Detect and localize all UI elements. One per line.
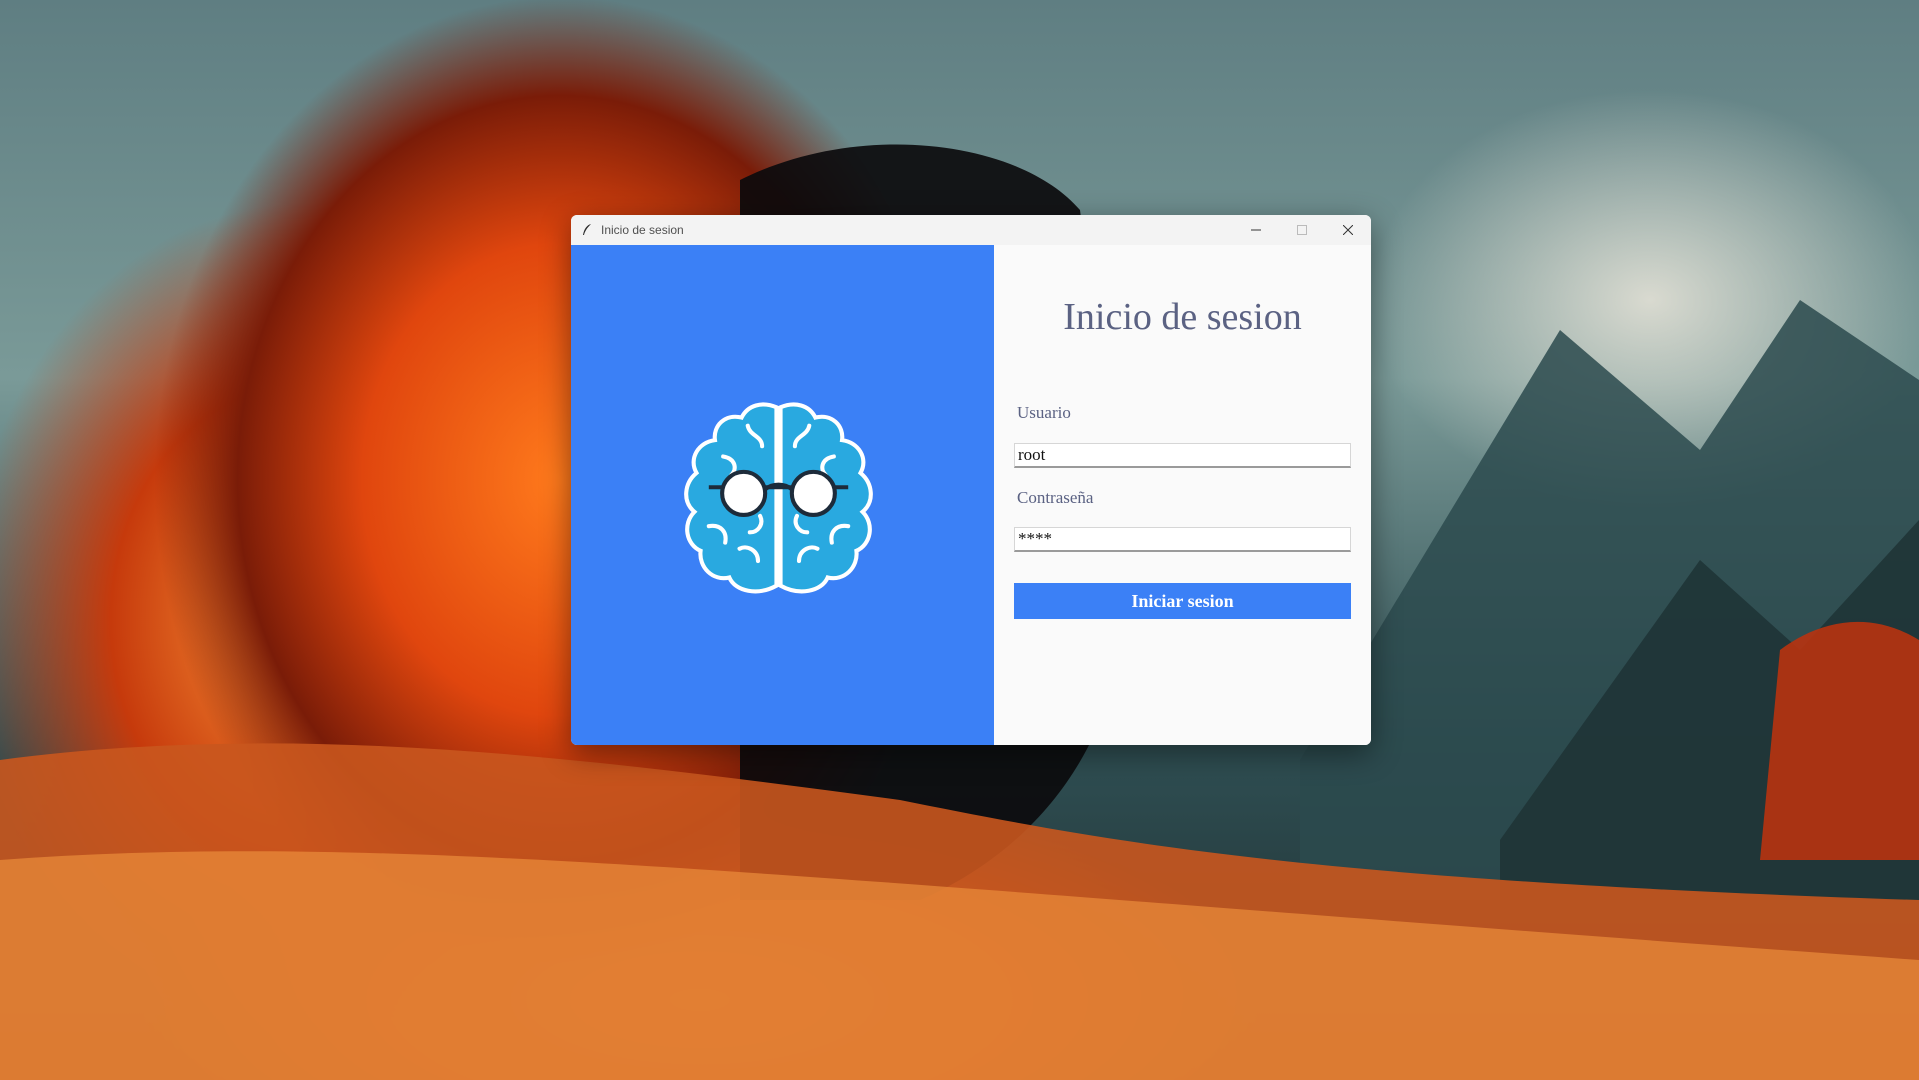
maximize-button[interactable] <box>1279 215 1325 245</box>
close-icon <box>1343 225 1353 235</box>
username-input[interactable] <box>1014 443 1351 468</box>
login-window: Inicio de sesion Inicio de sesion Usuari… <box>571 215 1371 745</box>
logo-panel <box>571 245 994 745</box>
login-button[interactable]: Iniciar sesion <box>1014 583 1351 619</box>
password-label: Contraseña <box>1017 488 1094 507</box>
brain-with-glasses-icon <box>684 402 873 594</box>
minimize-button[interactable] <box>1233 215 1279 245</box>
maximize-icon <box>1297 225 1307 235</box>
password-input[interactable] <box>1014 527 1351 552</box>
username-label: Usuario <box>1017 403 1071 422</box>
title-bar[interactable]: Inicio de sesion <box>571 215 1371 246</box>
close-button[interactable] <box>1325 215 1371 245</box>
window-title: Inicio de sesion <box>601 223 684 237</box>
minimize-icon <box>1251 229 1261 231</box>
login-form: Inicio de sesion Usuario Contraseña Inic… <box>994 245 1371 745</box>
form-heading: Inicio de sesion <box>1063 296 1302 338</box>
feather-icon <box>581 223 595 237</box>
